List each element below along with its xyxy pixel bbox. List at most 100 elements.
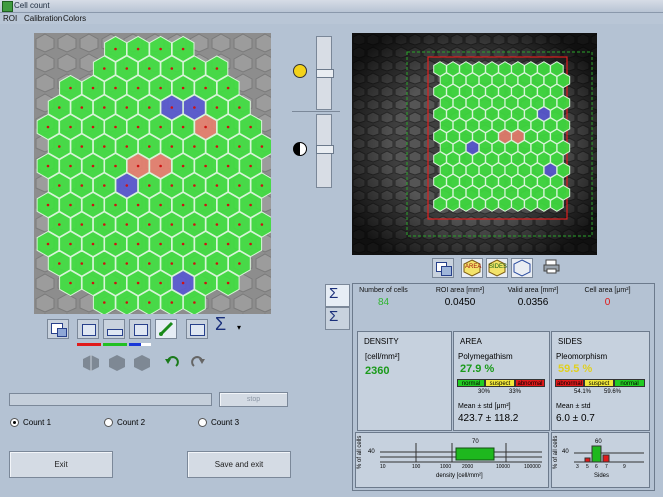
draw-tool-button[interactable] [155, 319, 177, 339]
cell-center-dot [136, 86, 140, 90]
white-color-bar [141, 343, 151, 346]
sides-bar-7 [602, 454, 610, 463]
cell-center-dot [103, 67, 106, 70]
cell-center-dot [226, 281, 230, 285]
density-value: 2360 [365, 365, 390, 377]
right-overview-image[interactable] [352, 33, 597, 255]
cell-center-dot [226, 164, 230, 168]
cell-center-dot [159, 242, 162, 246]
hexagon-left-icon[interactable] [82, 354, 100, 372]
cell-polygon[interactable] [433, 196, 447, 212]
cell-center-dot [136, 164, 140, 168]
cell-center-dot [181, 281, 185, 285]
tool-button-1[interactable] [77, 319, 99, 339]
redo-icon[interactable] [189, 354, 207, 372]
cell-center-dot [181, 164, 185, 168]
brightness-slider[interactable] [316, 36, 334, 110]
area-box: AREA Polymegathism 27.9 % normal suspect… [453, 331, 550, 431]
count-3-radio[interactable]: Count 3 [198, 418, 240, 428]
cell-center-dot [159, 86, 162, 90]
count-3-label: Count 3 [211, 418, 240, 427]
cell-center-dot [91, 125, 95, 129]
cell-polygon[interactable] [524, 196, 538, 212]
cell-center-dot [46, 203, 50, 207]
area-pct-2: 33% [509, 389, 522, 395]
menu-bar: ROI Calibration Colors [0, 13, 663, 24]
summary-tab-2[interactable]: Σ [325, 307, 350, 330]
cell-center-dot [249, 125, 252, 129]
window-layout-button[interactable] [432, 258, 454, 278]
stat-label-valid-area: Valid area [mm²] [507, 287, 559, 294]
cell-center-dot [204, 242, 207, 246]
area-view-label: AREA [465, 264, 482, 270]
overlay-icon [190, 324, 205, 336]
window-title: Cell count [14, 1, 50, 10]
area-suspect-segment: suspect [485, 379, 515, 387]
printer-icon[interactable] [543, 259, 560, 274]
hexagon-center-icon[interactable] [108, 354, 126, 372]
undo-icon[interactable] [163, 354, 181, 372]
contrast-slider[interactable] [316, 114, 334, 188]
open-image-button[interactable] [47, 319, 69, 339]
cell-center-dot [136, 242, 140, 246]
hexagon-view-button[interactable] [511, 258, 533, 278]
segmentation-overlay[interactable] [34, 33, 271, 314]
summary-tab-1[interactable]: Σ [325, 284, 350, 307]
brightness-slider-thumb[interactable] [316, 69, 334, 78]
cell-polygon[interactable] [459, 196, 473, 212]
cell-polygon[interactable] [446, 196, 460, 212]
count-2-radio[interactable]: Count 2 [104, 418, 146, 428]
density-unit: [cell/mm²] [365, 352, 400, 361]
cell-center-dot [91, 203, 95, 207]
sides-title: SIDES [558, 337, 583, 346]
cell-center-dot [181, 203, 185, 207]
cell-center-dot [58, 145, 61, 148]
sigma-icon: Σ [329, 308, 339, 325]
sigma-icon[interactable]: Σ [215, 314, 226, 335]
stat-label-cell-area: Cell area [μm²] [584, 287, 631, 294]
cell-center-dot [193, 145, 196, 148]
cell-center-dot [215, 67, 219, 70]
stop-button[interactable]: stop [219, 392, 288, 407]
cell-polygon[interactable] [511, 196, 525, 212]
cell-center-dot [238, 223, 241, 226]
cell-center-dot [69, 242, 72, 246]
menu-colors[interactable]: Colors [63, 14, 86, 23]
cell-center-dot [260, 145, 264, 148]
cell-polygon[interactable] [498, 196, 512, 212]
cell-center-dot [159, 125, 162, 129]
exit-button[interactable]: Exit [9, 451, 113, 478]
cell-polygon[interactable] [537, 196, 551, 212]
sigma-dropdown-icon[interactable]: ▾ [237, 323, 241, 332]
count-2-label: Count 2 [117, 418, 146, 427]
cell-center-dot [148, 145, 151, 148]
cell-center-dot [125, 262, 129, 265]
cell-center-dot [215, 106, 219, 109]
cell-center-dot [170, 145, 174, 148]
stat-label-roi-area: ROI area [mm²] [435, 287, 485, 294]
sides-view-button[interactable]: SIDES [486, 258, 508, 278]
cell-polygon[interactable] [550, 196, 564, 212]
cell-center-dot [170, 301, 174, 304]
contrast-slider-thumb[interactable] [316, 145, 334, 154]
area-view-button[interactable]: AREA [461, 258, 483, 278]
blue-color-bar [129, 343, 141, 346]
hexagon-right-icon[interactable] [133, 354, 151, 372]
menu-roi[interactable]: ROI [3, 14, 17, 23]
calibration-button[interactable] [103, 319, 125, 339]
save-and-exit-button[interactable]: Save and exit [187, 451, 291, 478]
menu-calibration[interactable]: Calibration [24, 14, 62, 23]
cell-center-dot [170, 106, 174, 109]
sides-mean-value: 6.0 ± 0.7 [556, 413, 595, 424]
cell-center-dot [204, 203, 207, 207]
overlay-tool-button[interactable] [186, 319, 208, 339]
cell-polygon[interactable] [485, 196, 499, 212]
overview-overlay[interactable] [352, 33, 597, 255]
red-color-bar [77, 343, 101, 346]
cell-center-dot [148, 262, 151, 265]
count-1-radio[interactable]: Count 1 [10, 418, 51, 428]
cell-center-dot [91, 281, 95, 285]
cell-polygon[interactable] [472, 196, 486, 212]
left-cell-image[interactable] [34, 33, 271, 314]
area-tool-button[interactable] [129, 319, 151, 339]
